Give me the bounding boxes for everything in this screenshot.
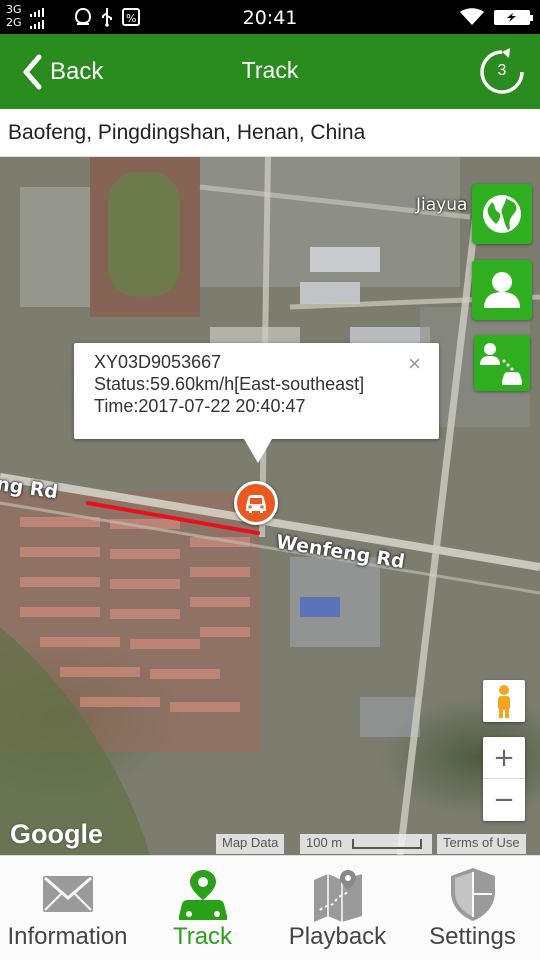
- clock: 20:41: [242, 7, 298, 29]
- close-icon[interactable]: ×: [408, 353, 421, 375]
- nav-label-settings: Settings: [429, 923, 516, 950]
- envelope-icon: [42, 876, 93, 912]
- terms-of-use-link[interactable]: Terms of Use: [437, 834, 526, 854]
- street-view-pegman[interactable]: [483, 680, 525, 722]
- person-car-icon: [480, 343, 522, 385]
- map-data-link[interactable]: Map Data: [216, 834, 285, 854]
- nav-track[interactable]: Track: [135, 856, 270, 960]
- vehicle-time: Time:2017-07-22 20:40:47: [94, 396, 306, 416]
- google-logo: Google: [10, 819, 103, 849]
- car-location-icon: [178, 870, 227, 920]
- nav-label-information: Information: [7, 923, 128, 950]
- nav-information[interactable]: Information: [0, 856, 135, 960]
- map-view[interactable]: Wenfeng Rd ng Rd Jiayua XY03D9053667 Sta…: [0, 157, 540, 855]
- vehicle-status: Status:59.60km/h[East-southeast]: [94, 374, 365, 394]
- nav-label-playback: Playback: [288, 923, 387, 950]
- bottom-navigation: Information Track Playback Settings: [0, 855, 540, 960]
- status-bar: 3G 2G % 20:41: [0, 0, 540, 34]
- address-bar: Baofeng, Pingdingshan, Henan, China: [0, 109, 540, 157]
- map-scale: 100 m: [300, 834, 432, 854]
- nav-playback[interactable]: Playback: [270, 856, 405, 960]
- back-label: Back: [50, 58, 104, 85]
- nav-label-track: Track: [172, 923, 233, 950]
- refresh-countdown: 3: [497, 62, 507, 79]
- vehicle-marker[interactable]: [234, 481, 278, 525]
- back-button[interactable]: Back: [22, 52, 103, 92]
- pegman-icon: [498, 685, 510, 718]
- refresh-button[interactable]: 3: [478, 48, 526, 96]
- map-type-button[interactable]: [472, 184, 532, 244]
- device-id: XY03D9053667: [94, 352, 222, 372]
- zoom-in-button[interactable]: +: [483, 737, 525, 779]
- person-icon: [484, 272, 520, 308]
- zoom-controls: + −: [483, 737, 525, 821]
- shield-icon: [450, 868, 495, 921]
- battery-icon: [494, 10, 533, 25]
- zoom-out-button[interactable]: −: [483, 779, 525, 821]
- map-scale-label: 100 m: [306, 835, 343, 850]
- road-label-jiayua: Jiayua: [416, 195, 468, 215]
- car-icon: [246, 495, 266, 513]
- user-to-car-button[interactable]: [474, 335, 530, 391]
- scale-bar-icon: [352, 839, 422, 849]
- globe-icon: [483, 195, 521, 233]
- nav-settings[interactable]: Settings: [405, 856, 540, 960]
- map-route-icon: [313, 870, 362, 922]
- chevron-left-icon: [23, 54, 42, 90]
- vehicle-info-popup[interactable]: XY03D9053667 Status:59.60km/h[East-south…: [74, 343, 439, 463]
- user-location-button[interactable]: [472, 260, 532, 320]
- app-header: Back Track 3: [0, 34, 540, 109]
- wifi-icon: [460, 8, 484, 25]
